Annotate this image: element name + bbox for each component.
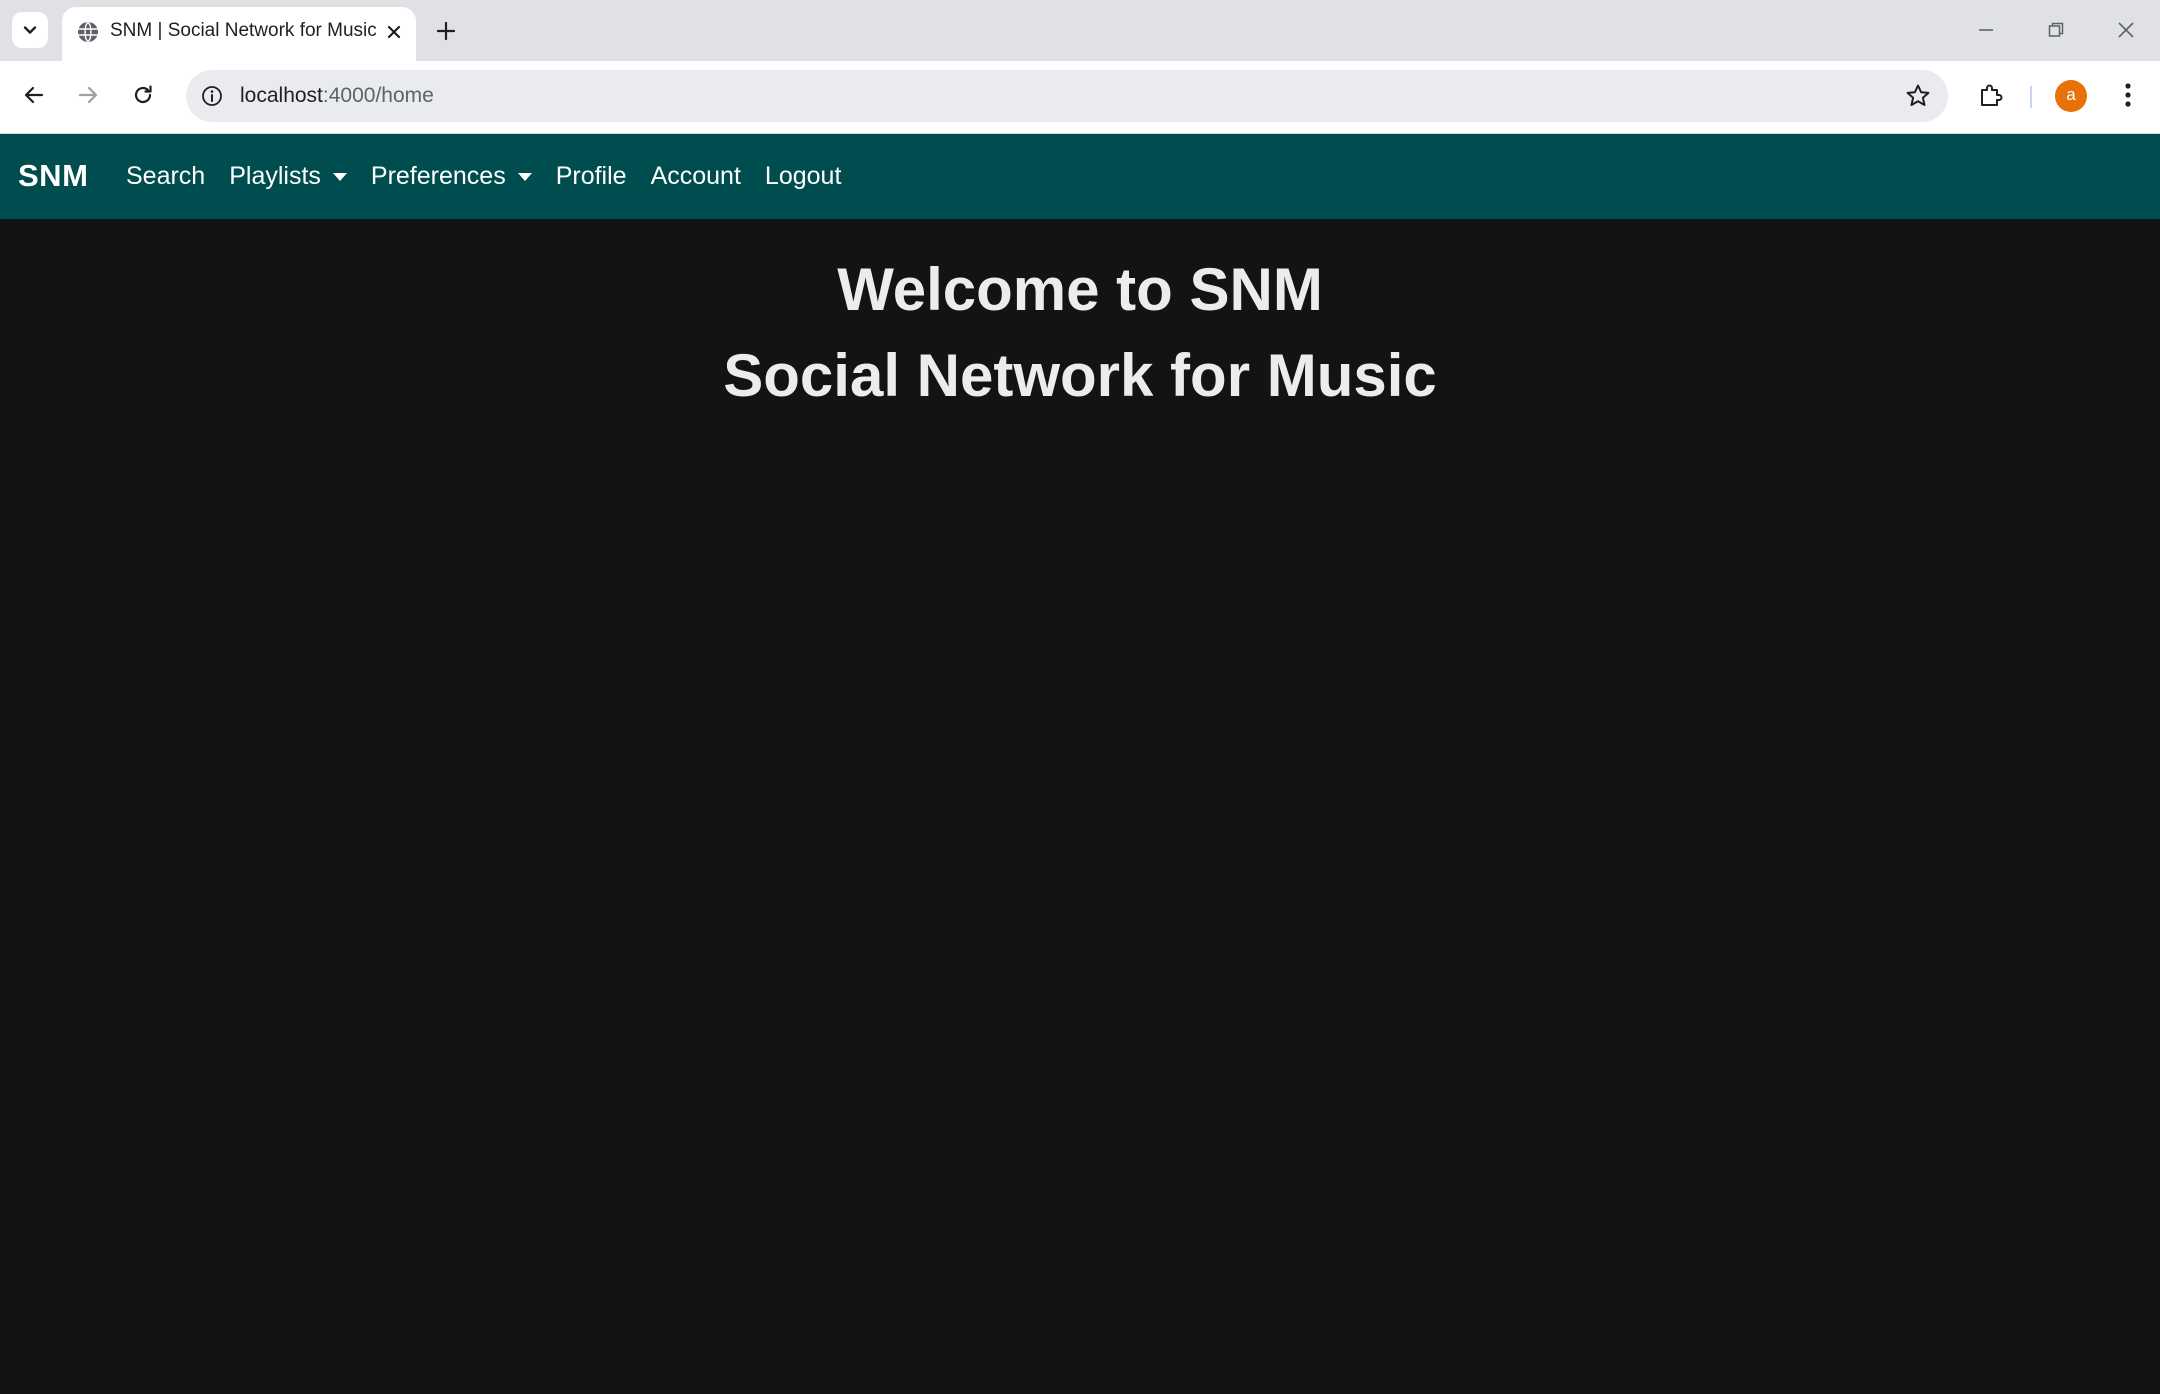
- close-icon: [2118, 22, 2134, 38]
- nav-logout-label: Logout: [764, 162, 842, 190]
- nav-search-label: Search: [126, 162, 206, 190]
- nav-profile-link[interactable]: Profile: [544, 162, 639, 191]
- restore-icon: [2048, 22, 2064, 37]
- tab-search-button[interactable]: [12, 12, 48, 48]
- toolbar-divider: [2030, 86, 2032, 108]
- back-button[interactable]: [14, 75, 54, 115]
- bookmark-button[interactable]: [1902, 80, 1934, 112]
- arrow-right-icon: [78, 86, 98, 104]
- welcome-heading: Welcome to SNM: [837, 256, 1323, 323]
- profile-avatar[interactable]: a: [2055, 80, 2087, 112]
- extensions-button[interactable]: [1970, 75, 2010, 115]
- url-path: :4000/home: [322, 84, 434, 107]
- info-icon: [202, 86, 222, 106]
- star-icon: [1906, 84, 1930, 106]
- browser-toolbar: localhost:4000/home a: [0, 61, 2160, 134]
- site-navbar: SNM Search Playlists Preferences Profile…: [0, 134, 2160, 219]
- nav-profile-label: Profile: [555, 162, 627, 190]
- chevron-down-icon: [23, 26, 37, 34]
- page-title: Welcome to SNM Social Network for Music: [0, 247, 2160, 419]
- puzzle-icon: [1981, 84, 2003, 106]
- minimize-button[interactable]: [1966, 13, 2006, 47]
- forward-button[interactable]: [68, 75, 108, 115]
- close-icon: [387, 25, 401, 39]
- reload-button[interactable]: [123, 75, 163, 115]
- browser-tab[interactable]: SNM | Social Network for Music: [62, 7, 416, 61]
- nav-logout-link[interactable]: Logout: [753, 162, 853, 191]
- nav-playlists-label: Playlists: [229, 162, 321, 190]
- reload-icon: [134, 85, 152, 104]
- nav-preferences-label: Preferences: [370, 162, 506, 190]
- address-url: localhost:4000/home: [240, 84, 434, 108]
- subtitle-heading: Social Network for Music: [723, 342, 1437, 409]
- url-host: localhost: [240, 84, 323, 107]
- caret-down-icon: [517, 172, 532, 181]
- caret-down-icon: [332, 172, 347, 181]
- tab-close-button[interactable]: [380, 18, 408, 46]
- nav-account-label: Account: [650, 162, 741, 190]
- browser-tabstrip: SNM | Social Network for Music: [0, 0, 2160, 61]
- tab-title: SNM | Social Network for Music: [110, 20, 376, 41]
- restore-button[interactable]: [2036, 13, 2076, 47]
- kebab-menu-icon: [2125, 83, 2131, 107]
- arrow-left-icon: [24, 86, 44, 104]
- brand-logo[interactable]: SNM: [18, 158, 88, 194]
- address-bar[interactable]: localhost:4000/home: [186, 70, 1948, 122]
- globe-icon: [78, 21, 98, 43]
- nav-links: Search Playlists Preferences Profile Acc…: [126, 134, 853, 219]
- close-window-button[interactable]: [2106, 13, 2146, 47]
- new-tab-button[interactable]: [430, 15, 462, 47]
- plus-icon: [436, 21, 456, 41]
- nav-account-link[interactable]: Account: [639, 162, 753, 191]
- minimize-icon: [1979, 29, 1993, 31]
- nav-playlists-dropdown[interactable]: Playlists: [217, 162, 359, 191]
- nav-search-link[interactable]: Search: [126, 162, 217, 191]
- main-content: Welcome to SNM Social Network for Music: [0, 219, 2160, 1394]
- nav-preferences-dropdown[interactable]: Preferences: [359, 162, 544, 191]
- site-info-button[interactable]: [198, 82, 226, 110]
- browser-menu-button[interactable]: [2108, 75, 2148, 115]
